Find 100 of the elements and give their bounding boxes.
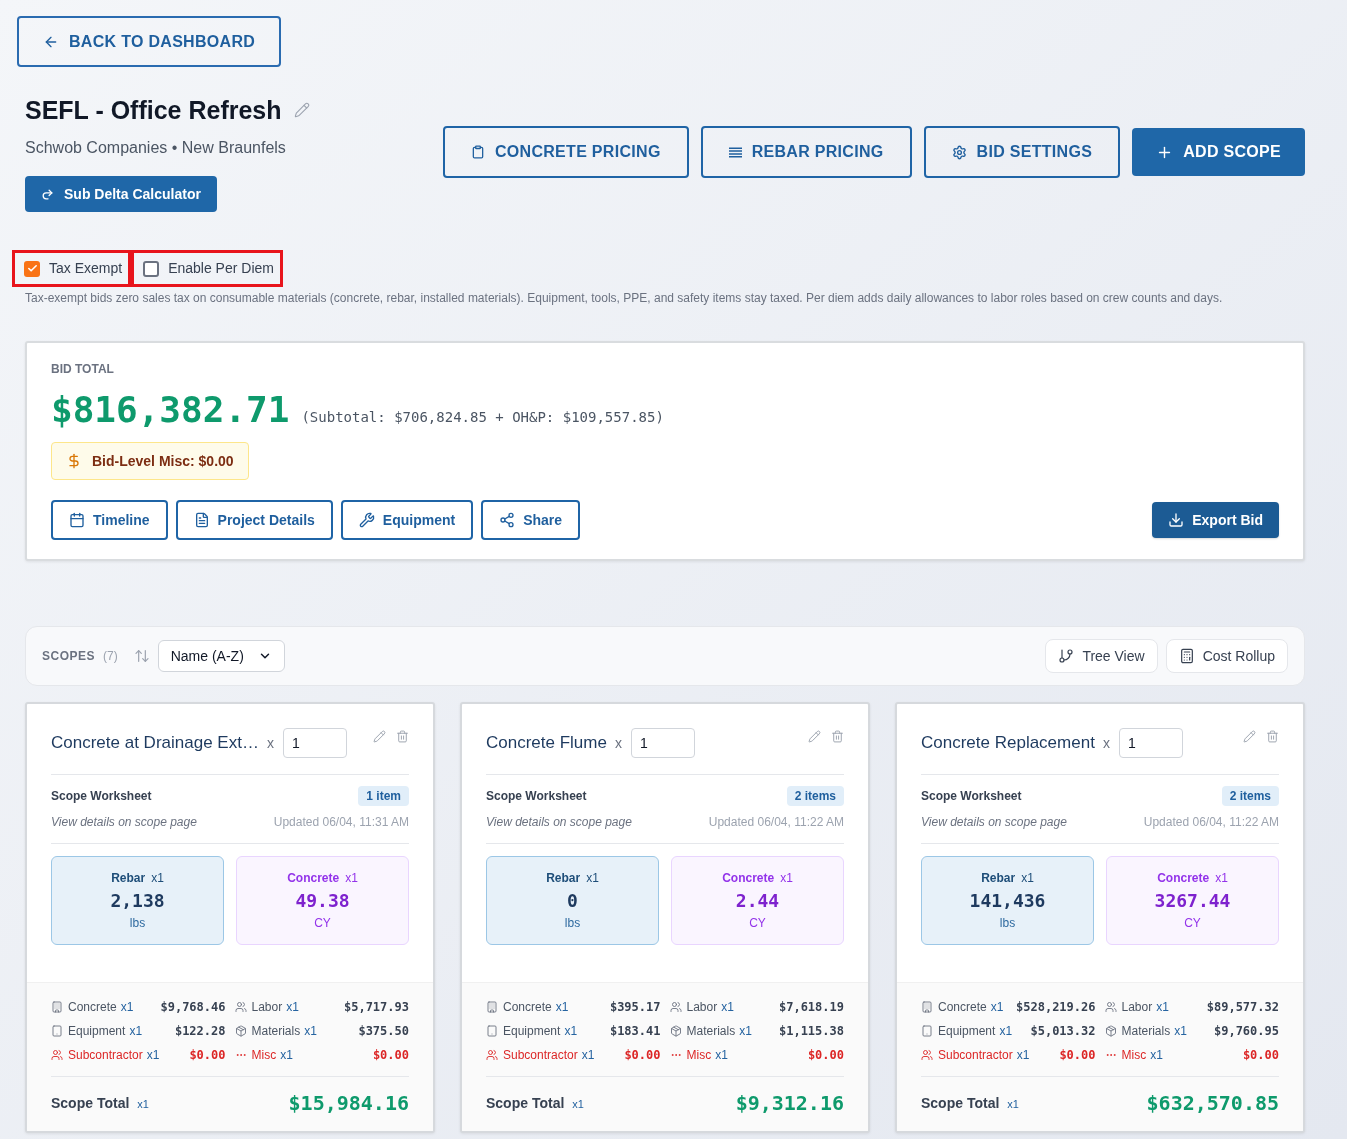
multiply-sign: x bbox=[614, 733, 622, 753]
checkmark-icon bbox=[26, 263, 38, 274]
worksheet-label: Scope Worksheet bbox=[51, 788, 152, 804]
pencil-icon[interactable] bbox=[373, 730, 386, 743]
cost-value: $0.00 bbox=[1059, 1047, 1096, 1064]
items-count-badge: 1 item bbox=[358, 786, 409, 806]
quantity-input[interactable]: 1 bbox=[630, 728, 695, 758]
clipboard-icon bbox=[470, 145, 485, 159]
cost-label: Labor x1 bbox=[1121, 999, 1169, 1016]
calculator-icon bbox=[1178, 648, 1195, 664]
sort-icon[interactable] bbox=[133, 648, 150, 664]
bid-total-label: BID TOTAL bbox=[51, 361, 114, 377]
scope-title: Concrete at Drainage Ext… bbox=[51, 732, 259, 755]
cost-value: $0.00 bbox=[624, 1047, 661, 1064]
people-icon bbox=[669, 1001, 682, 1013]
gear-icon bbox=[951, 144, 967, 160]
share-button[interactable]: Share bbox=[481, 500, 581, 540]
pencil-icon[interactable] bbox=[808, 730, 821, 743]
project-details-button[interactable]: Project Details bbox=[175, 500, 333, 540]
concrete-pricing-button[interactable]: CONCRETE PRICING bbox=[442, 126, 689, 178]
add-scope-button[interactable]: ADD SCOPE bbox=[1132, 128, 1305, 176]
misc-total-text: Bid-Level Misc: $0.00 bbox=[92, 451, 234, 471]
tile-label: Rebar x1 bbox=[546, 870, 599, 886]
tree-view-button[interactable]: Tree View bbox=[1045, 639, 1158, 673]
curved-arrow-icon bbox=[41, 187, 54, 201]
lines-icon bbox=[728, 146, 742, 158]
scope-total-label: Scope Total x1 bbox=[921, 1093, 1019, 1113]
items-count-badge: 2 items bbox=[786, 786, 844, 806]
cost-label: Equipment x1 bbox=[68, 1023, 143, 1040]
trash-icon[interactable] bbox=[831, 730, 844, 743]
calculator-button[interactable]: Sub Delta Calculator bbox=[25, 176, 217, 212]
cost-label: Labor x1 bbox=[251, 999, 299, 1016]
package-icon bbox=[234, 1025, 247, 1037]
timeline-button[interactable]: Timeline bbox=[51, 500, 168, 540]
pencil-icon[interactable] bbox=[1243, 730, 1256, 743]
help-text: Tax-exempt bids zero sales tax on consumable materials (concrete, rebar, installed materials). Equipment, tools, PPE, and safety items stay taxed. Per diem adds daily allowances to labor roles based on crew counts and days. bbox=[25, 290, 1224, 306]
cost-label: Labor x1 bbox=[686, 999, 734, 1016]
back-button[interactable]: BACK TO DASHBOARD bbox=[17, 16, 282, 67]
tile-label: Rebar x1 bbox=[111, 870, 164, 886]
cost-value: $528,219.26 bbox=[1016, 999, 1096, 1016]
cost-label: Concrete x1 bbox=[68, 999, 134, 1016]
tile-unit: lbs bbox=[129, 915, 146, 931]
multiply-sign: x bbox=[1102, 733, 1110, 753]
trash-icon[interactable] bbox=[1266, 730, 1279, 743]
cost-value: $9,760.95 bbox=[1213, 1023, 1279, 1040]
quantity-input[interactable]: 1 bbox=[282, 728, 347, 758]
bid-settings-button[interactable]: BID SETTINGS bbox=[923, 126, 1121, 178]
equipment-button[interactable]: Equipment bbox=[340, 500, 474, 540]
pencil-icon[interactable] bbox=[293, 102, 310, 118]
quantity-input[interactable]: 1 bbox=[1118, 728, 1183, 758]
scope-title: Concrete Flume bbox=[486, 732, 607, 755]
bid-total-amount: $816,382.71 bbox=[51, 388, 290, 432]
bid-total-breakdown: (Subtotal: $706,824.85 + OH&P: $109,557.85) bbox=[301, 408, 664, 427]
cost-label: Concrete x1 bbox=[938, 999, 1004, 1016]
cost-value: $1,115.38 bbox=[778, 1023, 844, 1040]
cost-value: $375.50 bbox=[358, 1023, 409, 1040]
cost-label: Misc x1 bbox=[251, 1047, 293, 1064]
sort-select[interactable]: Name (A-Z) bbox=[157, 640, 285, 672]
cost-value: $7,618.19 bbox=[778, 999, 844, 1016]
scopes-label: SCOPES bbox=[42, 648, 95, 665]
building-icon bbox=[486, 1001, 498, 1013]
rebar-pricing-button[interactable]: REBAR PRICING bbox=[700, 126, 912, 178]
package-icon bbox=[1104, 1025, 1117, 1037]
scope-total-amount: $15,984.16 bbox=[288, 1090, 409, 1117]
updated-time: Updated 06/04, 11:22 AM bbox=[1143, 814, 1279, 830]
updated-time: Updated 06/04, 11:22 AM bbox=[708, 814, 844, 830]
export-button[interactable]: Export Bid bbox=[1152, 502, 1279, 538]
cost-label: Equipment x1 bbox=[938, 1023, 1013, 1040]
building-icon bbox=[51, 1001, 63, 1013]
tile-value: 0 bbox=[567, 889, 578, 913]
updated-time: Updated 06/04, 11:31 AM bbox=[273, 814, 409, 830]
cost-label: Materials x1 bbox=[251, 1023, 317, 1040]
checkbox[interactable] bbox=[24, 260, 40, 277]
checkbox-label: Tax Exempt bbox=[49, 259, 123, 278]
scope-title: Concrete Replacement bbox=[921, 732, 1095, 755]
trash-icon[interactable] bbox=[396, 730, 409, 743]
view-details-note: View details on scope page bbox=[921, 814, 1067, 830]
cost-label: Subcontractor x1 bbox=[938, 1047, 1030, 1064]
building-icon bbox=[921, 1001, 933, 1013]
tablet-icon bbox=[51, 1025, 63, 1037]
checkbox[interactable] bbox=[143, 260, 160, 277]
cost-value: $0.00 bbox=[807, 1047, 844, 1064]
cost-value: $122.28 bbox=[174, 1023, 226, 1040]
tile-label: Concrete x1 bbox=[1157, 870, 1228, 886]
tile-unit: CY bbox=[314, 915, 331, 931]
people-icon bbox=[1104, 1001, 1117, 1013]
tile-value: 2,138 bbox=[110, 889, 165, 913]
package-icon bbox=[669, 1025, 682, 1037]
tile-value: 49.38 bbox=[295, 889, 350, 913]
tile-label: Concrete x1 bbox=[287, 870, 358, 886]
cost-label: Materials x1 bbox=[686, 1023, 752, 1040]
share-icon bbox=[499, 512, 516, 528]
cost-rollup-button[interactable]: Cost Rollup bbox=[1165, 639, 1288, 673]
tile-value: 141,436 bbox=[969, 889, 1046, 913]
checkbox-label: Enable Per Diem bbox=[168, 259, 274, 278]
people-icon bbox=[486, 1049, 498, 1061]
cost-value: $89,577.32 bbox=[1206, 999, 1279, 1016]
scope-total-amount: $632,570.85 bbox=[1146, 1090, 1279, 1117]
people-icon bbox=[51, 1049, 63, 1061]
view-details-note: View details on scope page bbox=[51, 814, 197, 830]
